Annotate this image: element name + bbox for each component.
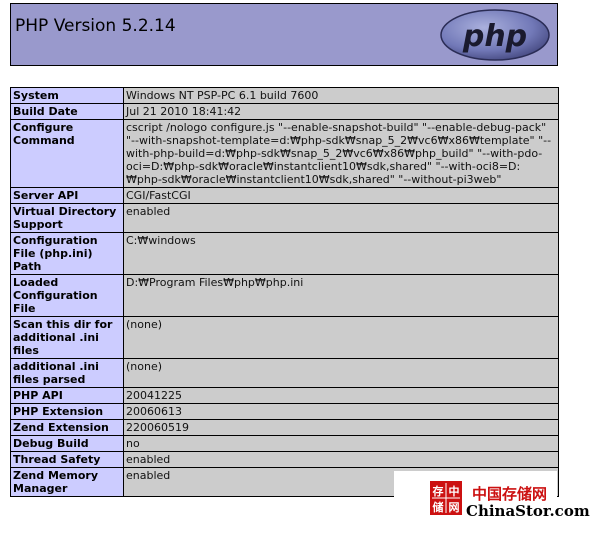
- table-row: PHP API 20041225: [10, 387, 559, 404]
- table-row: Debug Build no: [10, 435, 559, 452]
- row-label: PHP API: [10, 387, 124, 404]
- seal-char: 中: [449, 484, 460, 498]
- php-logo-text: php: [462, 19, 527, 54]
- row-value: enabled: [123, 203, 559, 233]
- row-value: 20060613: [123, 403, 559, 420]
- row-value: cscript /nologo configure.js "--enable-s…: [123, 119, 559, 188]
- row-label: Loaded Configuration File: [10, 274, 124, 317]
- row-label: System: [10, 87, 124, 104]
- table-row: additional .ini files parsed (none): [10, 358, 559, 388]
- table-row: PHP Extension 20060613: [10, 403, 559, 420]
- row-value: CGI/FastCGI: [123, 187, 559, 204]
- row-label: Scan this dir for additional .ini files: [10, 316, 124, 359]
- row-label: Debug Build: [10, 435, 124, 452]
- row-value: Windows NT PSP-PC 6.1 build 7600: [123, 87, 559, 104]
- row-label: Zend Memory Manager: [10, 467, 124, 497]
- row-value: 220060519: [123, 419, 559, 436]
- table-row: Configure Command cscript /nologo configu…: [10, 119, 559, 188]
- watermark-en-text: ChinaStor.com: [466, 502, 590, 520]
- row-label: Virtual Directory Support: [10, 203, 124, 233]
- row-value: (none): [123, 316, 559, 359]
- row-value: no: [123, 435, 559, 452]
- table-row: Loaded Configuration File D:₩Program File…: [10, 274, 559, 317]
- row-label: Thread Safety: [10, 451, 124, 468]
- row-value: D:₩Program Files₩php₩php.ini: [123, 274, 559, 317]
- row-value: (none): [123, 358, 559, 388]
- table-row: Server API CGI/FastCGI: [10, 187, 559, 204]
- row-value: 20041225: [123, 387, 559, 404]
- row-value: Jul 21 2010 18:41:42: [123, 103, 559, 120]
- table-row: Build Date Jul 21 2010 18:41:42: [10, 103, 559, 120]
- row-label: Configure Command: [10, 119, 124, 188]
- table-row: System Windows NT PSP-PC 6.1 build 7600: [10, 87, 559, 104]
- watermark-cn-text: 中国存储网: [472, 485, 548, 503]
- row-label: Build Date: [10, 103, 124, 120]
- page-title: PHP Version 5.2.14: [15, 16, 176, 36]
- seal-char: 储: [433, 500, 444, 514]
- row-label: Configuration File (php.ini) Path: [10, 232, 124, 275]
- seal-char: 网: [449, 501, 460, 514]
- watermark: 存 中 储 网 中国存储网 ChinaStor.com: [394, 471, 590, 530]
- row-label: PHP Extension: [10, 403, 124, 420]
- php-info-table: System Windows NT PSP-PC 6.1 build 7600 Bu…: [10, 87, 559, 497]
- chinastor-seal-icon: 存 中 储 网: [430, 481, 462, 515]
- row-label: Server API: [10, 187, 124, 204]
- row-value: C:₩windows: [123, 232, 559, 275]
- table-row: Zend Extension 220060519: [10, 419, 559, 436]
- row-label: Zend Extension: [10, 419, 124, 436]
- table-row: Virtual Directory Support enabled: [10, 203, 559, 233]
- table-row: Scan this dir for additional .ini files(…: [10, 316, 559, 359]
- table-row: Configuration File (php.ini) Path C:₩wind…: [10, 232, 559, 275]
- row-label: additional .ini files parsed: [10, 358, 124, 388]
- php-header: PHP Version 5.2.14 php: [10, 3, 558, 66]
- row-value: enabled: [123, 451, 559, 468]
- php-logo-icon: php: [440, 9, 550, 61]
- table-row: Thread Safety enabled: [10, 451, 559, 468]
- seal-char: 存: [433, 484, 444, 498]
